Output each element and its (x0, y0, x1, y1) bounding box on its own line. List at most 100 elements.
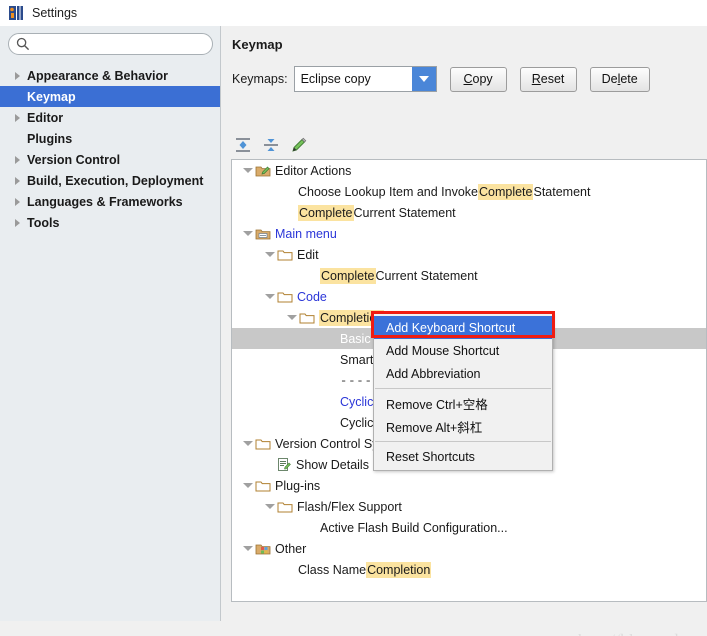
copy-button[interactable]: Copy (449, 66, 507, 92)
tree-row-label-pre: Class Name (298, 562, 367, 577)
tree-row-label: Editor Actions (275, 163, 352, 178)
delete-button[interactable]: Delete (589, 66, 650, 92)
tree-row-label-post: Current Statement (353, 205, 456, 220)
reset-button[interactable]: Reset (519, 66, 577, 92)
keymaps-label: Keymaps: (232, 72, 288, 86)
reset-mnemonic: R (531, 72, 541, 86)
search-input[interactable] (8, 33, 213, 55)
sidebar-item-tools[interactable]: Tools (0, 212, 220, 233)
folder-icon (255, 439, 271, 449)
keymaps-selected-value: Eclipse copy (300, 72, 371, 86)
sidebar-item-languages-frameworks[interactable]: Languages & Frameworks (0, 191, 220, 212)
sidebar-item-label: Version Control (27, 152, 121, 167)
menu-item-label: Add Keyboard Shortcut (386, 320, 516, 335)
tree-row-label: Other (275, 541, 307, 556)
tree-row-label: Code (297, 289, 327, 304)
tree-row-code[interactable]: Code (232, 286, 706, 307)
chevron-right-icon (10, 155, 24, 164)
folder-icon (277, 292, 293, 302)
menu-item-label: Remove Ctrl+空格 (386, 398, 488, 412)
edit-pencil-icon[interactable] (290, 136, 308, 154)
title-bar: Settings (0, 0, 707, 26)
chevron-down-icon[interactable] (240, 441, 255, 446)
tree-row-flash-flex-support[interactable]: Flash/Flex Support (232, 496, 706, 517)
menu-separator (375, 388, 551, 389)
chevron-down-icon[interactable] (240, 546, 255, 551)
tree-row-complete-current-statement-edit[interactable]: Complete Current Statement (232, 265, 706, 286)
tree-row-edit[interactable]: Edit (232, 244, 706, 265)
sidebar-item-keymap[interactable]: Keymap (0, 86, 220, 107)
sidebar-item-label: Keymap (27, 89, 76, 104)
chevron-down-icon[interactable] (240, 483, 255, 488)
menu-item-label: Add Mouse Shortcut (386, 343, 500, 358)
tree-row-other[interactable]: Other (232, 538, 706, 559)
sidebar-item-editor[interactable]: Editor (0, 107, 220, 128)
editor-actions-folder-icon (255, 166, 271, 176)
tree-row-label: Show Details (296, 457, 369, 472)
menu-separator (375, 441, 551, 442)
tree-row-class-name-completion[interactable]: Class Name Completion (232, 559, 706, 580)
context-menu[interactable]: Add Keyboard Shortcut Add Mouse Shortcut… (373, 313, 553, 471)
tree-row-label-pre: Choose Lookup Item and Invoke (298, 184, 478, 199)
settings-sidebar: Appearance & Behavior Keymap Editor Plug… (0, 26, 221, 621)
sidebar-item-label: Appearance & Behavior (27, 68, 169, 83)
intellij-idea-icon (8, 5, 24, 21)
tree-row-label: Active Flash Build Configuration... (320, 520, 508, 535)
chevron-down-icon[interactable] (240, 231, 255, 236)
search-box[interactable] (8, 33, 213, 55)
chevron-right-icon (10, 176, 24, 185)
delete-mnemonic: l (617, 72, 621, 86)
page-title: Keymap (232, 37, 283, 52)
show-details-icon (278, 457, 291, 471)
menu-item-remove-alt-slash[interactable]: Remove Alt+斜杠 (374, 415, 552, 438)
expand-all-icon[interactable] (234, 136, 252, 154)
tree-row-main-menu[interactable]: Main menu (232, 223, 706, 244)
tree-toolbar (234, 136, 308, 154)
other-folder-icon (255, 544, 271, 554)
tree-row-complete-current-statement-editor[interactable]: Complete Current Statement (232, 202, 706, 223)
sidebar-item-appearance-behavior[interactable]: Appearance & Behavior (0, 65, 220, 86)
sidebar-item-plugins[interactable]: Plugins (0, 128, 220, 149)
sidebar-item-label: Editor (27, 110, 64, 125)
collapse-all-icon[interactable] (262, 136, 280, 154)
chevron-down-icon[interactable] (240, 168, 255, 173)
chevron-right-icon (10, 197, 24, 206)
menu-item-add-keyboard-shortcut[interactable]: Add Keyboard Shortcut (374, 316, 552, 339)
tree-row-label: Edit (297, 247, 319, 262)
keymaps-dropdown[interactable]: Eclipse copy (293, 66, 437, 92)
tree-row-label-highlight: Completion (366, 561, 432, 578)
tree-row-label: Plug-ins (275, 478, 321, 493)
keymaps-toolbar: Keymaps: Eclipse copy Copy Reset Delete (232, 66, 650, 92)
folder-icon (277, 250, 293, 260)
tree-row-label-highlight: Complete (298, 204, 354, 221)
tree-row-choose-lookup-item[interactable]: Choose Lookup Item and Invoke Complete S… (232, 181, 706, 202)
menu-item-reset-shortcuts[interactable]: Reset Shortcuts (374, 445, 552, 468)
copy-mnemonic: C (463, 72, 473, 86)
sidebar-item-label: Tools (27, 215, 60, 230)
main-menu-icon (255, 229, 271, 239)
tree-row-plug-ins[interactable]: Plug-ins (232, 475, 706, 496)
sidebar-item-build-execution-deployment[interactable]: Build, Execution, Deployment (0, 170, 220, 191)
chevron-down-icon[interactable] (284, 315, 299, 320)
tree-row-active-flash-build-configuration[interactable]: Active Flash Build Configuration... (232, 517, 706, 538)
chevron-right-icon (10, 218, 24, 227)
menu-item-remove-ctrl-space[interactable]: Remove Ctrl+空格 (374, 392, 552, 415)
folder-icon (255, 481, 271, 491)
chevron-down-icon[interactable] (262, 252, 277, 257)
menu-item-add-mouse-shortcut[interactable]: Add Mouse Shortcut (374, 339, 552, 362)
folder-icon (299, 313, 315, 323)
tree-row-label-post: Statement (533, 184, 591, 199)
chevron-right-icon (10, 71, 24, 80)
chevron-right-icon (10, 113, 24, 122)
menu-item-label: Add Abbreviation (386, 366, 481, 381)
tree-row-editor-actions[interactable]: Editor Actions (232, 160, 706, 181)
menu-item-add-abbreviation[interactable]: Add Abbreviation (374, 362, 552, 385)
chevron-down-icon[interactable] (411, 67, 436, 91)
chevron-down-icon[interactable] (262, 504, 277, 509)
sidebar-item-label: Build, Execution, Deployment (27, 173, 204, 188)
settings-window: Settings Appearance & Behavior Keymap Ed… (0, 0, 707, 636)
sidebar-item-version-control[interactable]: Version Control (0, 149, 220, 170)
menu-item-label: Remove Alt+斜杠 (386, 421, 483, 435)
window-title: Settings (32, 6, 78, 20)
chevron-down-icon[interactable] (262, 294, 277, 299)
